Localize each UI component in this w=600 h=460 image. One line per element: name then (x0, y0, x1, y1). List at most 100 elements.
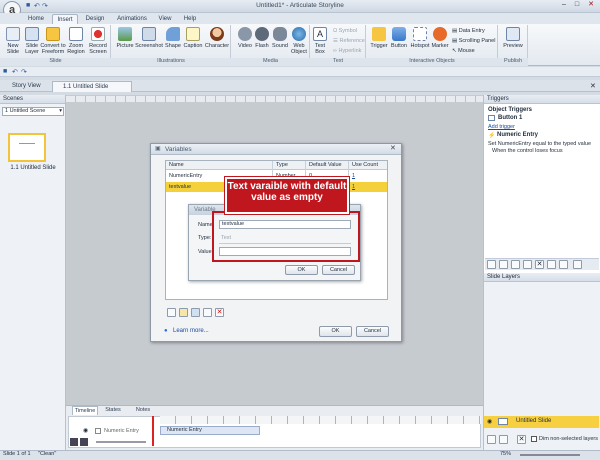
tab-insert[interactable]: Insert (52, 14, 78, 24)
playhead[interactable] (152, 416, 154, 446)
minimize-icon[interactable]: – (558, 1, 570, 10)
variable-ok-button[interactable]: OK (285, 265, 318, 275)
data-entry-button[interactable]: ▤ Data Entry (452, 28, 485, 34)
record-screen-button[interactable]: Record Screen (86, 27, 110, 55)
zoom-region-button[interactable]: Zoom Region (64, 27, 88, 55)
hotspot-icon (413, 27, 427, 41)
annotation-callout: Text varaible with default value as empt… (224, 176, 350, 215)
row-use-count[interactable]: 1 (349, 172, 355, 180)
variables-icon[interactable] (573, 260, 582, 269)
paste-trigger-icon[interactable] (523, 260, 532, 269)
zoom-slider[interactable] (520, 454, 580, 456)
tab-untitled-slide[interactable]: 1.1 Untitled Slide (52, 81, 132, 92)
redo-icon[interactable]: ↷ (42, 2, 48, 10)
play-icon[interactable] (70, 438, 78, 446)
stop-icon[interactable] (80, 438, 88, 446)
lock-checkbox[interactable] (95, 428, 101, 434)
info-icon: ● (164, 328, 168, 334)
trigger-item[interactable]: Numeric Entry (497, 132, 538, 138)
delete-variable-icon[interactable]: ✕ (215, 308, 224, 317)
edit-variable-icon[interactable] (179, 308, 188, 317)
col-header-use-count[interactable]: Use Count (349, 161, 378, 169)
dialog-close-icon[interactable]: ✕ (390, 144, 396, 152)
text-group-label: Text (310, 58, 366, 66)
use-count-icon[interactable] (203, 308, 212, 317)
col-header-type[interactable]: Type (273, 161, 288, 169)
slide-thumbnail[interactable] (8, 133, 46, 162)
delete-layer-icon[interactable]: ✕ (517, 435, 526, 444)
dim-checkbox[interactable] (531, 436, 537, 442)
new-slide-icon (6, 27, 20, 41)
tab-story-view[interactable]: Story View (2, 81, 52, 92)
preview-icon (506, 27, 520, 41)
close-icon[interactable]: ✕ (585, 1, 597, 10)
variable-cancel-button[interactable]: Cancel (322, 265, 355, 275)
data-entry-icon: ▤ (452, 28, 459, 34)
eye-icon[interactable]: ◉ (487, 418, 492, 425)
scrolling-panel-button[interactable]: ▤ Scrolling Panel (452, 38, 495, 44)
timeline-object-label[interactable]: Numeric Entry (104, 428, 139, 434)
theme-name: "Clean" (38, 451, 57, 457)
triggers-header: Triggers (484, 95, 600, 104)
character-button[interactable]: Character (204, 27, 230, 49)
tab-states[interactable]: States (100, 406, 126, 415)
save-icon[interactable]: ■ (3, 68, 7, 75)
tab-animations[interactable]: Animations (112, 14, 152, 24)
scenes-header: Scenes (0, 95, 65, 104)
illustrations-group-label: Illustrations (111, 58, 231, 66)
col-header-default[interactable]: Default Value (306, 161, 342, 169)
web-object-button[interactable]: Web Object (287, 27, 311, 55)
col-header-name[interactable]: Name (166, 161, 184, 169)
edit-trigger-icon[interactable] (499, 260, 508, 269)
slide-layers-header: Slide Layers (484, 273, 600, 282)
move-up-icon[interactable] (547, 260, 556, 269)
add-trigger-link[interactable]: Add trigger (488, 124, 515, 130)
object-triggers-heading: Object Triggers (488, 107, 533, 113)
reference-button[interactable]: ☰ Reference (333, 38, 365, 44)
new-variable-icon[interactable] (167, 308, 176, 317)
tab-notes[interactable]: Notes (130, 406, 156, 415)
undo-icon[interactable]: ↶ (34, 2, 40, 10)
horizontal-ruler (66, 96, 483, 102)
slide-thumbnail-label: 1.1 Untitled Slide (10, 165, 56, 171)
duplicate-layer-icon[interactable] (499, 435, 508, 444)
save-icon[interactable]: ■ (26, 2, 30, 9)
tab-help[interactable]: Help (180, 14, 200, 24)
move-down-icon[interactable] (559, 260, 568, 269)
preview-button[interactable]: Preview (500, 27, 526, 49)
hyperlink-button[interactable]: ∞ Hyperlink (333, 48, 361, 54)
caption-button[interactable]: Caption (181, 27, 205, 49)
thumbnail-line (19, 143, 35, 144)
close-tab-icon[interactable]: ✕ (590, 82, 596, 90)
picture-button[interactable]: Picture (113, 27, 137, 49)
duplicate-variable-icon[interactable] (191, 308, 200, 317)
window-title: Untitled1* - Articulate Storyline (256, 2, 344, 9)
tab-home[interactable]: Home (25, 14, 47, 24)
undo-icon[interactable]: ↶ (12, 68, 18, 76)
ok-button[interactable]: OK (319, 326, 352, 337)
eye-icon[interactable]: ◉ (83, 427, 88, 434)
copy-trigger-icon[interactable] (511, 260, 520, 269)
new-layer-icon[interactable] (487, 435, 496, 444)
timeline-zoom-slider[interactable] (96, 441, 146, 443)
cancel-button[interactable]: Cancel (356, 326, 389, 337)
timeline-object-bar[interactable]: Numeric Entry (160, 426, 260, 435)
delete-trigger-icon[interactable]: ✕ (535, 260, 544, 269)
row-use-count[interactable]: 1 (349, 183, 355, 191)
triggers-panel: Triggers (483, 95, 600, 273)
screenshot-button[interactable]: Screenshot (135, 27, 163, 49)
text-box-button[interactable]: A Text Box (311, 27, 329, 55)
convert-freeform-button[interactable]: Convert to Freeform (40, 27, 66, 55)
new-trigger-icon[interactable] (487, 260, 496, 269)
redo-icon[interactable]: ↷ (21, 68, 27, 76)
tab-design[interactable]: Design (82, 14, 108, 24)
tab-view[interactable]: View (155, 14, 175, 24)
marker-button[interactable]: Marker (428, 27, 452, 49)
symbol-button[interactable]: Ω Symbol (333, 28, 357, 34)
trigger-description: Set NumericEntry equal to the typed valu… (488, 141, 592, 147)
tab-timeline[interactable]: Timeline (72, 406, 98, 415)
learn-more-link[interactable]: Learn more... (173, 328, 209, 334)
mouse-button[interactable]: ↖ Mouse (452, 48, 475, 54)
scene-select[interactable]: 1 Untitled Scene ▾ (2, 107, 64, 116)
maximize-icon[interactable]: □ (571, 1, 583, 10)
